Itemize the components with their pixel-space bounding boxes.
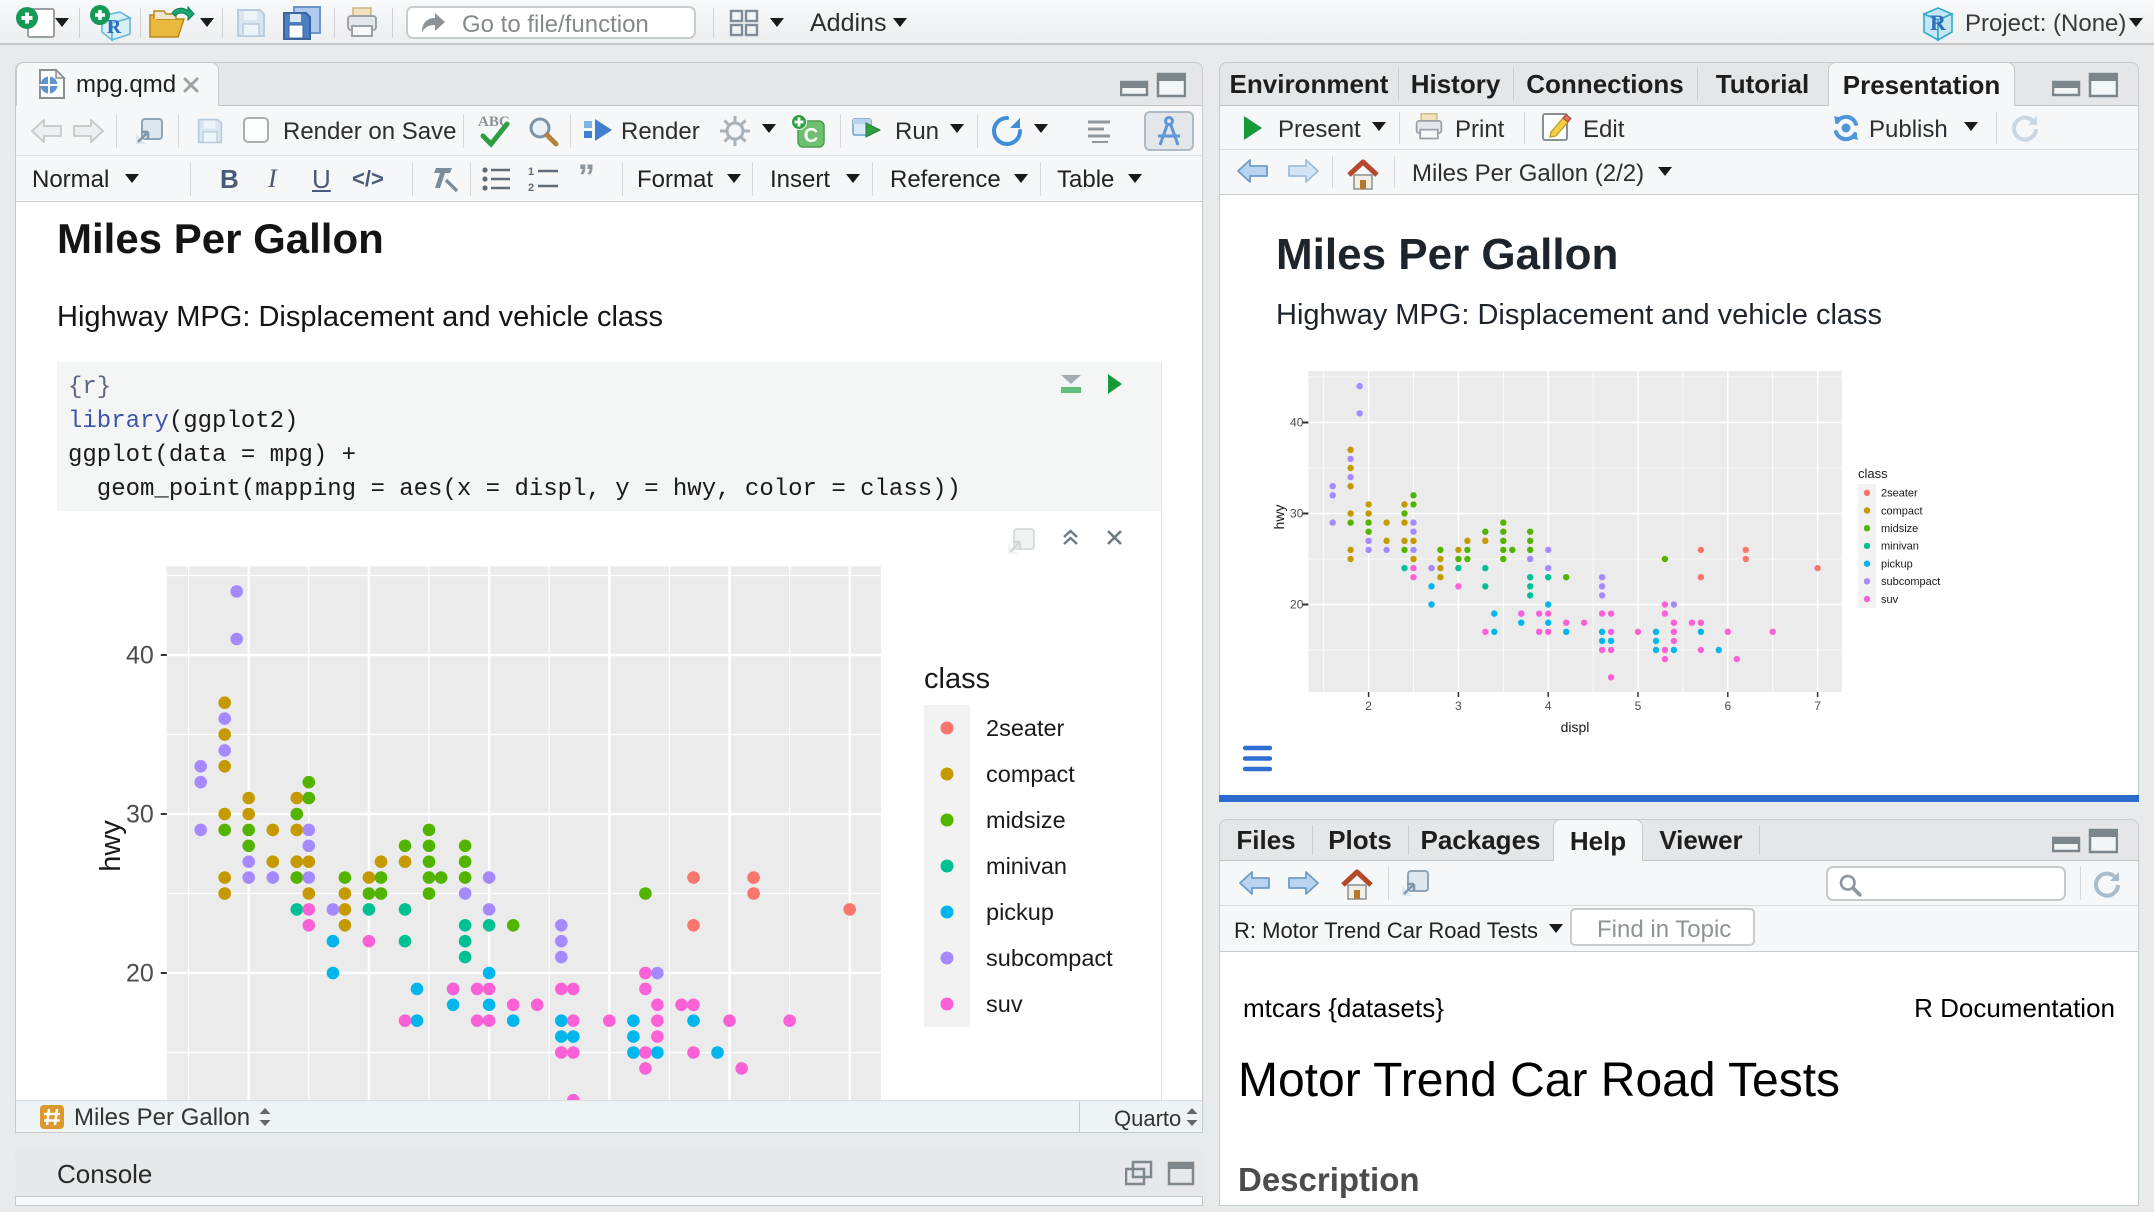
svg-text:40: 40 (126, 642, 154, 670)
svg-text:minivan: minivan (986, 853, 1067, 879)
svg-text:30: 30 (126, 801, 154, 829)
svg-text:pickup: pickup (1881, 558, 1913, 570)
svg-text:2seater: 2seater (986, 715, 1065, 741)
svg-text:2: 2 (528, 182, 534, 192)
svg-text:7: 7 (1814, 699, 1821, 713)
svg-text:class: class (1858, 466, 1888, 481)
svg-text:30: 30 (1290, 507, 1304, 521)
svg-text:displ: displ (1561, 719, 1590, 735)
svg-text:2: 2 (1365, 699, 1372, 713)
svg-text:hwy: hwy (1271, 505, 1287, 530)
svg-text:midsize: midsize (1881, 523, 1918, 535)
svg-text:2seater: 2seater (1881, 488, 1918, 500)
svg-text:20: 20 (1290, 598, 1304, 612)
svg-text:40: 40 (1290, 416, 1304, 430)
svg-text:pickup: pickup (986, 899, 1054, 925)
svg-text:20: 20 (126, 960, 154, 988)
svg-text:5: 5 (1635, 699, 1642, 713)
svg-text:subcompact: subcompact (1881, 576, 1940, 588)
svg-text:minivan: minivan (1881, 541, 1919, 553)
svg-text:4: 4 (1545, 699, 1552, 713)
svg-text:subcompact: subcompact (986, 945, 1113, 971)
svg-text:suv: suv (1881, 594, 1899, 606)
svg-text:1: 1 (528, 166, 534, 178)
svg-text:6: 6 (1724, 699, 1731, 713)
svg-text:class: class (924, 663, 990, 695)
svg-text:C: C (804, 125, 818, 147)
svg-text:compact: compact (986, 761, 1075, 787)
svg-text:suv: suv (986, 991, 1023, 1017)
svg-text:hwy: hwy (96, 820, 127, 872)
svg-text:midsize: midsize (986, 807, 1066, 833)
svg-text:compact: compact (1881, 505, 1923, 517)
svg-text:R: R (1930, 10, 1947, 35)
svg-text:3: 3 (1455, 699, 1462, 713)
